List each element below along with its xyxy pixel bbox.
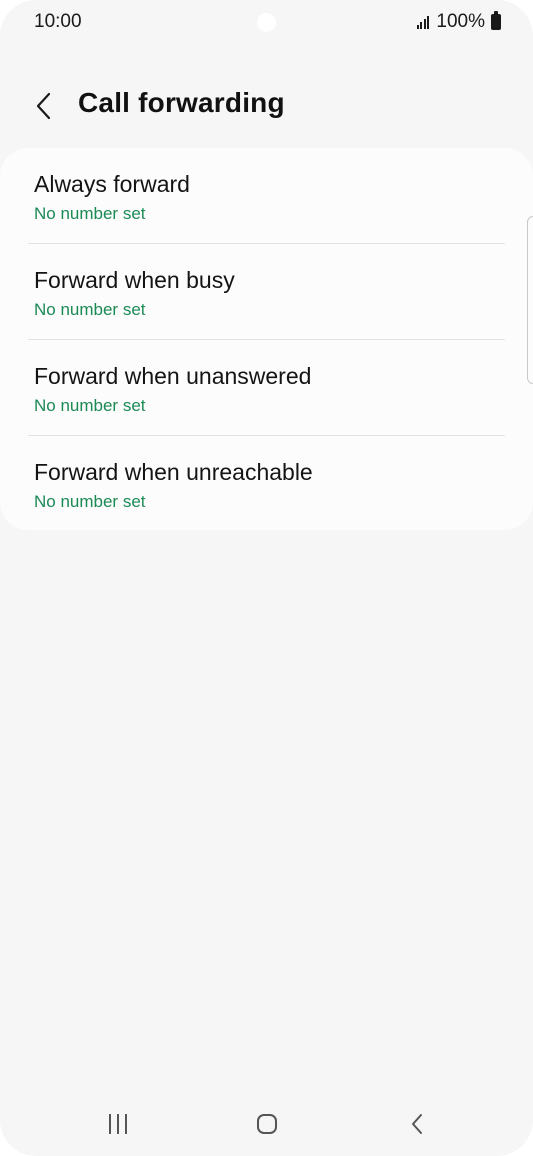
home-icon xyxy=(257,1114,277,1134)
item-subtitle: No number set xyxy=(34,492,146,511)
item-subtitle: No number set xyxy=(34,396,146,415)
list-item-always-forward[interactable]: Always forward No number set xyxy=(0,148,533,244)
status-bar: 10:00 100% xyxy=(0,0,533,44)
nav-back-button[interactable] xyxy=(393,1106,441,1142)
recents-button[interactable] xyxy=(94,1106,142,1142)
item-title: Forward when unreachable xyxy=(34,459,313,485)
navigation-bar xyxy=(0,1092,533,1156)
home-button[interactable] xyxy=(243,1106,291,1142)
recents-icon xyxy=(109,1114,127,1134)
item-title: Forward when busy xyxy=(34,267,235,293)
front-camera-cutout xyxy=(257,13,276,32)
list-item-forward-when-unreachable[interactable]: Forward when unreachable No number set xyxy=(0,436,533,530)
item-title: Forward when unanswered xyxy=(34,363,312,389)
scroll-indicator[interactable] xyxy=(527,216,533,384)
signal-strength-icon xyxy=(416,15,430,29)
back-button[interactable] xyxy=(26,86,62,126)
battery-icon xyxy=(491,11,501,30)
item-subtitle: No number set xyxy=(34,300,146,319)
battery-percentage: 100% xyxy=(436,11,485,32)
list-item-forward-when-unanswered[interactable]: Forward when unanswered No number set xyxy=(0,340,533,436)
status-indicators: 100% xyxy=(416,11,501,33)
status-time: 10:00 xyxy=(34,11,82,32)
item-title: Always forward xyxy=(34,171,190,197)
page-title: Call forwarding xyxy=(78,87,285,118)
app-header: Call forwarding xyxy=(0,78,533,134)
back-chevron-icon xyxy=(412,1114,422,1134)
phone-screen: 10:00 100% Call forwarding Always forwar… xyxy=(0,0,533,1156)
call-forwarding-list: Always forward No number set Forward whe… xyxy=(0,148,533,530)
item-subtitle: No number set xyxy=(34,204,146,223)
list-item-forward-when-busy[interactable]: Forward when busy No number set xyxy=(0,244,533,340)
chevron-left-icon xyxy=(36,92,51,120)
